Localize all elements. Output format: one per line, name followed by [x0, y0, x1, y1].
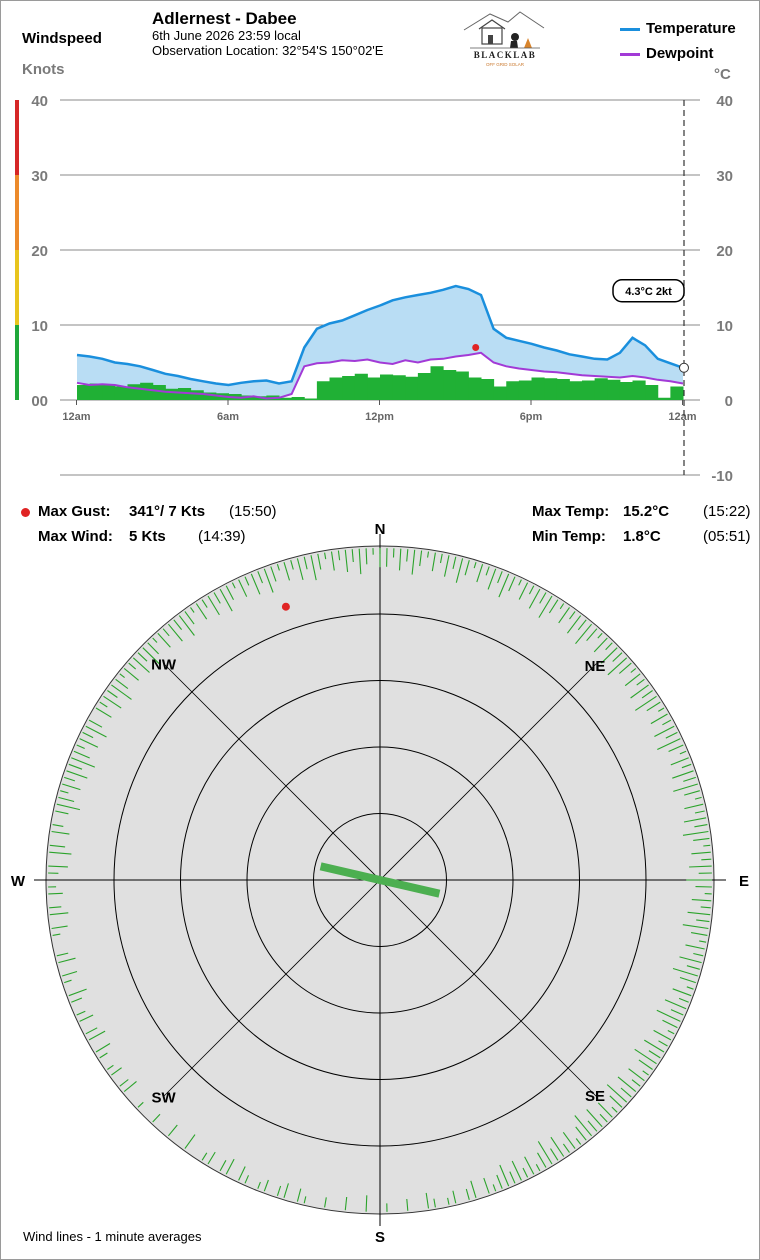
- right-y-tick-label: 0: [725, 393, 733, 410]
- wind-bar: [405, 376, 419, 400]
- logo-subtext: OFF GRID SOLAR: [486, 62, 525, 67]
- page-title: Adlernest - Dabee: [152, 9, 297, 28]
- wind-direction-tick: [701, 858, 712, 861]
- wind-bar: [165, 388, 179, 400]
- legend-dewpoint-swatch: [620, 53, 640, 56]
- cursor-readout: 4.3°C 2kt: [625, 286, 672, 298]
- cursor-point: [679, 362, 689, 373]
- wind-bar: [607, 379, 621, 400]
- wind-bar: [329, 377, 343, 400]
- wind-bar: [316, 381, 330, 400]
- wind-bar: [594, 378, 608, 400]
- wind-direction-tick: [703, 844, 711, 847]
- wind-bar: [556, 379, 570, 400]
- wind-bar: [645, 385, 659, 400]
- wind-bar: [102, 385, 116, 400]
- footnote: Wind lines - 1 minute averages: [23, 1229, 202, 1244]
- wind-bar: [77, 385, 91, 400]
- right-y-tick-label: 30: [716, 168, 733, 185]
- wind-bar: [304, 398, 318, 400]
- left-y-tick-label: 30: [31, 168, 48, 185]
- compass-label-ne: NE: [585, 658, 606, 675]
- wind-scale-segment-0: [15, 325, 19, 400]
- blacklab-logo: BLACKLAB OFF GRID SOLAR: [463, 11, 545, 67]
- wind-direction-tick: [48, 892, 63, 895]
- max-gust-rose-marker: [281, 602, 290, 611]
- wind-bar: [291, 397, 305, 400]
- right-y-tick-label: 40: [716, 93, 733, 110]
- left-axis-unit: Knots: [22, 61, 65, 78]
- compass-label-n: N: [375, 521, 386, 538]
- wind-direction-tick: [365, 1195, 368, 1212]
- wind-bar: [481, 379, 495, 400]
- legend-temperature-label: Temperature: [646, 20, 736, 37]
- wind-bar: [114, 386, 128, 400]
- wind-bar: [569, 381, 583, 400]
- wind-scale-segment-2: [15, 175, 19, 250]
- wind-bar: [190, 390, 204, 400]
- wind-direction-tick: [365, 548, 368, 565]
- left-axis-title: Windspeed: [22, 30, 102, 47]
- right-y-tick-label: 10: [716, 318, 733, 335]
- legend-temperature-swatch: [620, 28, 640, 31]
- wind-bar: [632, 380, 646, 400]
- wind-bar: [531, 377, 545, 400]
- left-y-tick-label: 00: [31, 393, 48, 410]
- observation-location: Observation Location: 32°54'S 150°02'E: [152, 43, 384, 58]
- compass-label-s: S: [375, 1229, 385, 1246]
- compass-label-e: E: [739, 873, 749, 890]
- wind-scale-segment-3: [15, 100, 19, 175]
- wind-bar: [544, 378, 558, 400]
- logo-text: BLACKLAB: [474, 50, 537, 60]
- wind-bar: [430, 366, 444, 400]
- wind-bar: [417, 373, 431, 400]
- x-tick-label: 6pm: [520, 411, 543, 423]
- wind-scale-segment-1: [15, 250, 19, 325]
- wind-bar: [506, 381, 520, 400]
- weather-line-chart: 40 30 20 10 0 -10 40 30 20 10 00 12am 6am 12pm 6pm 12a…: [15, 93, 733, 485]
- wind-bar: [342, 376, 356, 400]
- wind-bar: [140, 382, 154, 400]
- wind-bar: [619, 382, 633, 400]
- wind-rose: N NE E SE S SW W NW: [11, 521, 749, 1246]
- wind-bar: [468, 377, 482, 400]
- wind-bar: [582, 380, 596, 400]
- x-tick-label: 12am: [62, 411, 90, 423]
- wind-bar: [518, 380, 532, 400]
- wind-bar: [493, 386, 507, 400]
- x-tick-label: 12pm: [365, 411, 394, 423]
- wind-bar: [367, 377, 381, 400]
- compass-label-nw: NW: [151, 657, 177, 674]
- left-y-tick-label: 40: [31, 93, 48, 110]
- wind-bar: [380, 374, 394, 400]
- max-gust-point: [472, 344, 480, 351]
- left-y-tick-label: 10: [31, 318, 48, 335]
- wind-bar: [392, 375, 406, 400]
- wind-bar: [670, 386, 684, 400]
- wind-bar: [443, 370, 457, 400]
- x-tick-label: 6am: [217, 411, 239, 423]
- wind-bar: [354, 373, 368, 400]
- wind-bar: [657, 397, 671, 400]
- right-y-tick-label: -10: [711, 468, 733, 485]
- compass-label-sw: SW: [152, 1089, 177, 1106]
- left-y-tick-label: 20: [31, 243, 48, 260]
- x-tick-label: 12am: [668, 411, 696, 423]
- wind-bar: [455, 371, 469, 400]
- legend-dewpoint-label: Dewpoint: [646, 45, 714, 62]
- compass-label-se: SE: [585, 1088, 605, 1105]
- right-y-tick-label: 20: [716, 243, 733, 260]
- wind-bar: [89, 383, 103, 400]
- observation-datetime: 6th June 2026 23:59 local: [152, 28, 301, 43]
- compass-label-w: W: [11, 873, 26, 890]
